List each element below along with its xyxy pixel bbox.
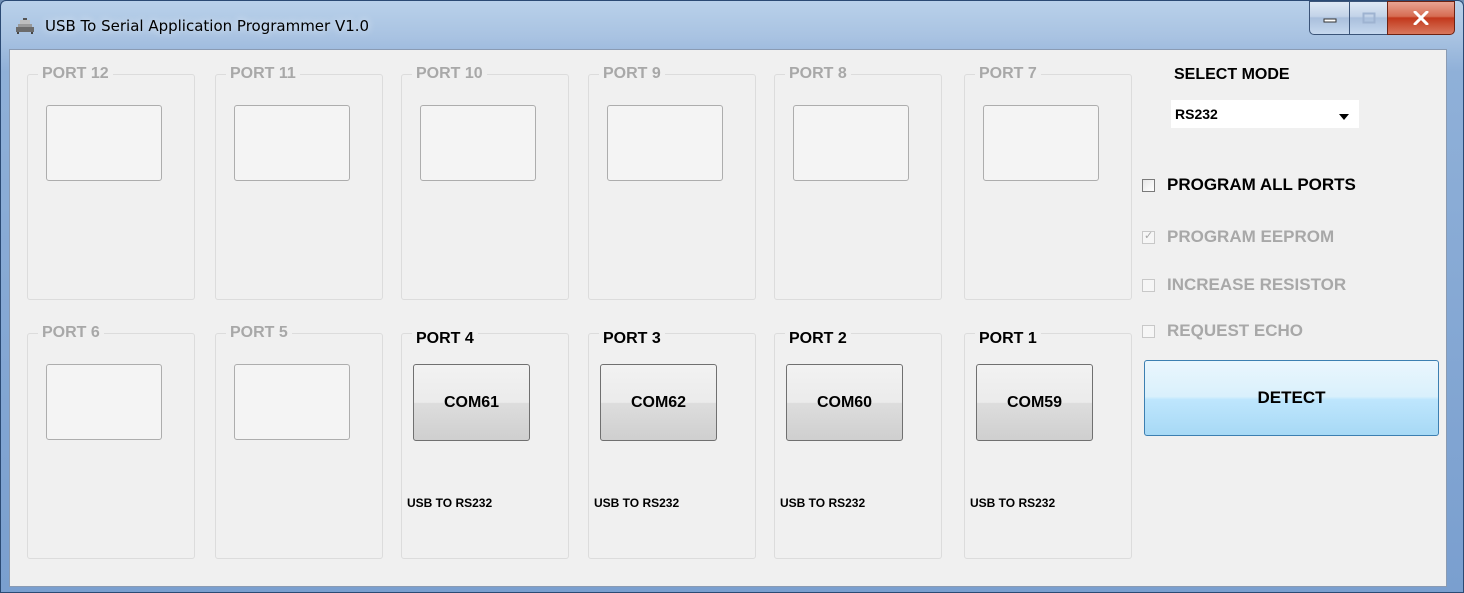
port-group-11: PORT 11 bbox=[215, 65, 383, 300]
port-device-type: USB TO RS232 bbox=[970, 496, 1056, 510]
com-port-button[interactable]: COM61 bbox=[413, 364, 530, 441]
port-slot-empty bbox=[983, 105, 1099, 181]
mode-selected-value: RS232 bbox=[1175, 106, 1218, 122]
app-icon bbox=[16, 18, 34, 34]
close-icon bbox=[1413, 11, 1429, 25]
port-slot-empty bbox=[46, 364, 162, 440]
program-eeprom-option: ✓ PROGRAM EEPROM bbox=[1142, 226, 1334, 248]
port-group-6: PORT 6 bbox=[27, 324, 195, 559]
port-group-title: PORT 10 bbox=[412, 65, 487, 83]
port-group-9: PORT 9 bbox=[588, 65, 756, 300]
program-eeprom-label: PROGRAM EEPROM bbox=[1167, 227, 1335, 246]
port-group-title: PORT 12 bbox=[38, 65, 113, 83]
port-group-title: PORT 9 bbox=[599, 65, 665, 83]
request-echo-checkbox bbox=[1142, 324, 1155, 338]
maximize-button[interactable] bbox=[1349, 1, 1387, 35]
mode-select[interactable]: RS232 bbox=[1170, 99, 1360, 129]
port-group-title: PORT 1 bbox=[975, 330, 1041, 348]
select-mode-label: SELECT MODE bbox=[1174, 66, 1290, 83]
port-slot-empty bbox=[607, 105, 723, 181]
port-group-7: PORT 7 bbox=[964, 65, 1132, 300]
minimize-button[interactable] bbox=[1309, 1, 1349, 35]
checkmark-icon: ✓ bbox=[1144, 229, 1154, 242]
port-group-12: PORT 12 bbox=[27, 65, 195, 300]
port-group-title: PORT 8 bbox=[785, 65, 851, 83]
port-slot-empty bbox=[420, 105, 536, 181]
port-group-title: PORT 4 bbox=[412, 330, 478, 348]
port-group-1: PORT 1 COM59 USB TO RS232 bbox=[964, 330, 1132, 559]
request-echo-option: REQUEST ECHO bbox=[1142, 320, 1303, 342]
port-group-8: PORT 8 bbox=[774, 65, 942, 300]
port-device-type: USB TO RS232 bbox=[594, 496, 680, 510]
port-device-type: USB TO RS232 bbox=[780, 496, 866, 510]
port-group-title: PORT 3 bbox=[599, 330, 665, 348]
com-port-button[interactable]: COM59 bbox=[976, 364, 1093, 441]
port-group-2: PORT 2 COM60 USB TO RS232 bbox=[774, 330, 942, 559]
detect-button[interactable]: DETECT bbox=[1144, 360, 1439, 436]
request-echo-label: REQUEST ECHO bbox=[1167, 321, 1304, 340]
port-slot-empty bbox=[46, 105, 162, 181]
window-controls bbox=[1309, 1, 1455, 37]
com-port-button[interactable]: COM62 bbox=[600, 364, 717, 441]
increase-resistor-label: INCREASE RESISTOR bbox=[1167, 275, 1347, 294]
port-device-type: USB TO RS232 bbox=[407, 496, 493, 510]
application-window: USB To Serial Application Programmer V1.… bbox=[0, 0, 1464, 593]
maximize-icon bbox=[1362, 12, 1375, 24]
increase-resistor-option: INCREASE RESISTOR bbox=[1142, 274, 1346, 296]
increase-resistor-checkbox bbox=[1142, 278, 1155, 292]
title-bar[interactable]: USB To Serial Application Programmer V1.… bbox=[1, 1, 1463, 49]
minimize-icon bbox=[1323, 18, 1336, 23]
port-group-title: PORT 5 bbox=[226, 324, 292, 342]
port-group-3: PORT 3 COM62 USB TO RS232 bbox=[588, 330, 756, 559]
window-title: USB To Serial Application Programmer V1.… bbox=[45, 17, 370, 35]
program-all-ports-option[interactable]: PROGRAM ALL PORTS bbox=[1142, 174, 1356, 196]
com-port-button[interactable]: COM60 bbox=[786, 364, 903, 441]
port-group-title: PORT 2 bbox=[785, 330, 851, 348]
close-button[interactable] bbox=[1387, 1, 1455, 35]
program-eeprom-checkbox: ✓ bbox=[1142, 229, 1155, 244]
port-group-4: PORT 4 COM61 USB TO RS232 bbox=[401, 330, 569, 559]
port-slot-empty bbox=[793, 105, 909, 181]
detect-button-label: DETECT bbox=[1257, 388, 1326, 407]
dropdown-arrow-icon[interactable] bbox=[1339, 114, 1349, 120]
port-slot-empty bbox=[234, 364, 350, 440]
port-group-10: PORT 10 bbox=[401, 65, 569, 300]
main-panel: PORT 12 PORT 11 PORT 10 PORT 9 PORT 8 PO… bbox=[9, 49, 1447, 587]
port-group-5: PORT 5 bbox=[215, 324, 383, 559]
program-all-ports-label: PROGRAM ALL PORTS bbox=[1167, 175, 1356, 194]
port-slot-empty bbox=[234, 105, 350, 181]
port-group-title: PORT 7 bbox=[975, 65, 1041, 83]
port-group-title: PORT 11 bbox=[226, 65, 300, 83]
port-group-title: PORT 6 bbox=[38, 324, 104, 342]
program-all-ports-checkbox[interactable] bbox=[1142, 178, 1155, 192]
